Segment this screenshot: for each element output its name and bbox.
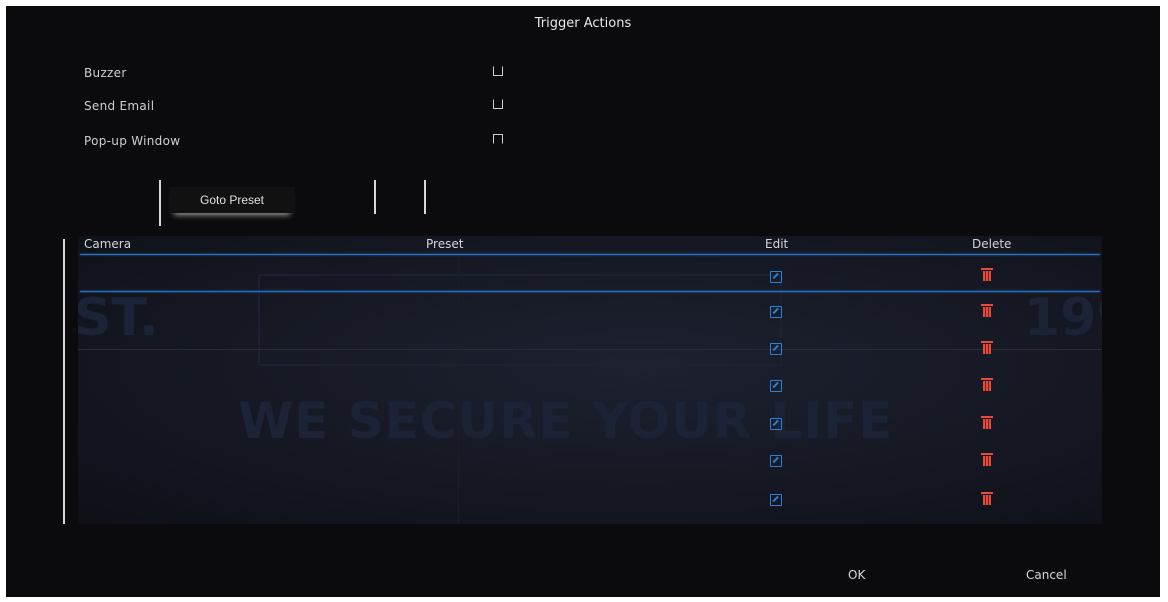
trigger-actions-dialog: Trigger Actions Buzzer Send Email Pop-up… [6,6,1160,597]
header-camera: Camera [84,237,132,251]
edit-icon[interactable] [770,271,782,283]
tab-divider [159,180,161,226]
header-separator [80,254,1100,255]
table-row[interactable] [80,293,1100,330]
trash-icon[interactable] [981,416,993,429]
buzzer-checkbox[interactable] [493,66,503,76]
edit-icon[interactable] [770,380,782,392]
table-row[interactable] [80,256,1100,291]
edit-icon[interactable] [770,418,782,430]
header-delete: Delete [972,237,1012,251]
table-left-border [63,239,65,524]
goto-preset-tab[interactable]: Goto Preset [170,187,294,213]
table-row[interactable] [80,438,1100,474]
table-row[interactable] [80,474,1100,512]
popup-window-label: Pop-up Window [84,134,181,148]
header-edit: Edit [765,237,789,251]
trash-icon[interactable] [981,453,993,466]
cancel-button[interactable]: Cancel [1026,568,1067,582]
table-row[interactable] [80,402,1100,438]
table-row[interactable] [80,330,1100,366]
edit-icon[interactable] [770,343,782,355]
selected-row-border [80,291,1100,292]
ok-button[interactable]: OK [848,568,865,582]
trash-icon[interactable] [981,492,993,505]
dialog-title: Trigger Actions [534,16,632,31]
send-email-label: Send Email [84,99,155,113]
table-row[interactable] [80,366,1100,402]
tab-divider [424,180,426,214]
edit-icon[interactable] [770,306,782,318]
edit-icon[interactable] [770,494,782,506]
header-preset: Preset [426,237,464,251]
tab-divider [374,180,376,214]
popup-window-checkbox[interactable] [493,134,503,144]
buzzer-label: Buzzer [84,66,127,80]
edit-icon[interactable] [770,455,782,467]
trash-icon[interactable] [981,268,993,281]
trash-icon[interactable] [981,378,993,391]
trash-icon[interactable] [981,304,993,317]
send-email-checkbox[interactable] [493,99,503,109]
trash-icon[interactable] [981,341,993,354]
